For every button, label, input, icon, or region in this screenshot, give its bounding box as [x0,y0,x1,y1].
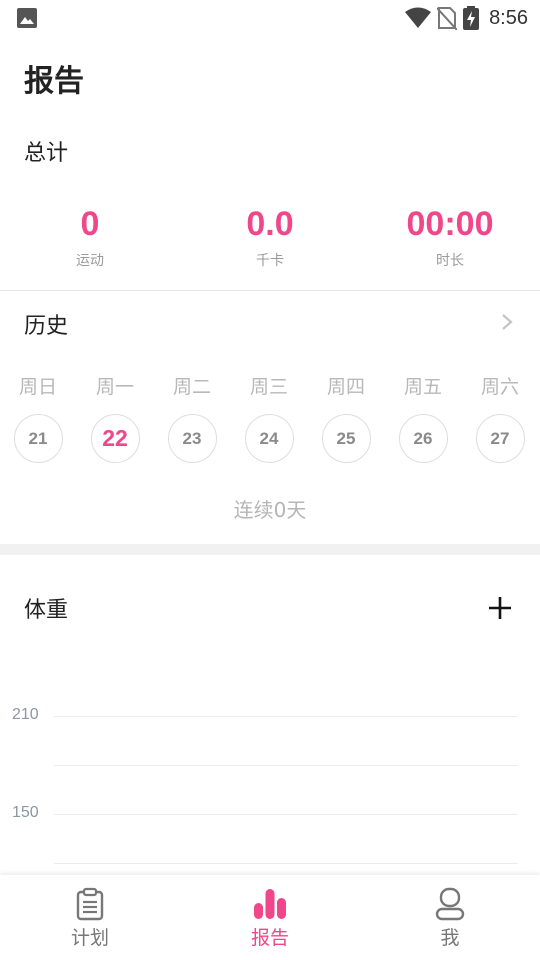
stat-duration-value: 00:00 [406,205,494,243]
y-tick-label: 150 [12,804,39,821]
history-title: 历史 [24,314,69,339]
stat-duration: 00:00 时长 [360,200,540,270]
history-header[interactable]: 历史 [0,300,540,344]
stat-exercise-label: 运动 [76,253,104,269]
gridline [54,765,518,766]
day-name: 周六 [480,376,519,398]
day-date[interactable]: 21 [13,414,63,463]
day-tuesday[interactable]: 周二 23 [165,372,219,463]
page-title: 报告 [24,64,84,99]
day-friday[interactable]: 周五 26 [396,372,450,463]
stat-calories-label: 千卡 [256,253,284,269]
nav-plan[interactable]: 计划 [0,887,180,950]
gridline [54,814,518,815]
nav-report-label: 报告 [250,927,289,949]
day-monday[interactable]: 周一 22 [88,372,142,463]
nav-plan-label: 计划 [70,927,109,949]
divider [0,290,540,291]
streak-text: 连续0天 [233,498,307,522]
stat-calories-value: 0.0 [246,205,294,243]
stat-duration-label: 时长 [436,253,464,269]
nav-me-label: 我 [440,927,460,949]
chevron-right-icon[interactable] [500,312,514,332]
day-date[interactable]: 25 [321,414,371,463]
day-name: 周日 [18,376,57,398]
day-name: 周一 [95,376,134,398]
profile-icon [435,887,465,921]
gallery-icon [17,8,37,28]
section-separator [0,544,540,555]
stat-exercise: 0 运动 [0,200,180,270]
weight-title: 体重 [24,598,69,623]
totals-label: 总计 [24,141,69,166]
day-date[interactable]: 27 [475,414,525,463]
day-sunday[interactable]: 周日 21 [11,372,65,463]
day-name: 周三 [249,376,288,398]
day-date[interactable]: 26 [398,414,448,463]
add-weight-button[interactable] [488,596,512,620]
nav-me[interactable]: 我 [360,887,540,950]
day-date[interactable]: 24 [244,414,294,463]
weight-chart: 210 150 [0,690,540,875]
day-name: 周二 [172,376,211,398]
day-date-today[interactable]: 22 [90,414,140,463]
stat-exercise-value: 0 [80,205,100,243]
day-thursday[interactable]: 周四 25 [319,372,373,463]
gridline [54,716,518,717]
day-wednesday[interactable]: 周三 24 [242,372,296,463]
status-time: 8:56 [489,6,528,29]
y-tick-label: 210 [12,706,39,723]
nav-report[interactable]: 报告 [180,887,360,950]
totals-stats: 0 运动 0.0 千卡 00:00 时长 [0,200,540,280]
day-name: 周四 [326,376,365,398]
bar-chart-icon [254,889,286,919]
battery-charging-icon [463,6,480,30]
day-date[interactable]: 23 [167,414,217,463]
wifi-icon [405,7,432,28]
day-saturday[interactable]: 周六 27 [473,372,527,463]
week-calendar: 周日 21 周一 22 周二 23 周三 24 周四 25 周五 26 周六 2… [0,372,540,472]
day-name: 周五 [403,376,442,398]
gridline [54,863,518,864]
status-bar: 8:56 [0,0,540,36]
clipboard-icon [76,887,104,921]
no-sim-icon [437,7,458,30]
bottom-navigation: 计划 报告 我 [0,875,540,960]
stat-calories: 0.0 千卡 [180,200,360,270]
